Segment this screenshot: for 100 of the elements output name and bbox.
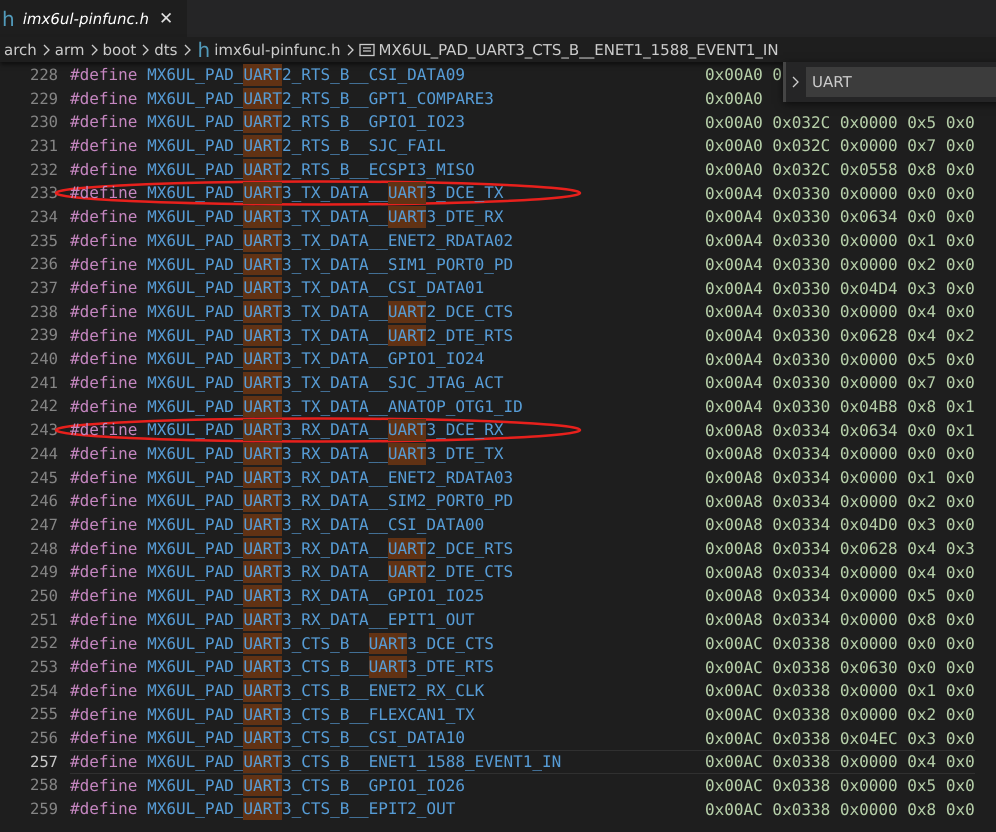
c-header-file-icon: h	[0, 8, 15, 28]
hex-values: 0x00A0	[705, 88, 763, 110]
line-number: 243	[29, 421, 58, 440]
chevron-right-icon	[40, 44, 51, 56]
code-line: #define MX6UL_PAD_UART3_RX_DATA__CSI_DATA00	[70, 513, 486, 537]
line-number: 246	[29, 492, 58, 510]
code-line: #define MX6UL_PAD_UART3_CTS_B__UART3_DTE_RTS	[70, 655, 495, 679]
code-line: #define MX6UL_PAD_UART3_TX_DATA__UART3_DCE_TX	[70, 181, 504, 206]
hex-values: 0x00A4 0x0330 0x0000 0x1 0x0	[705, 230, 975, 252]
code-line: #define MX6UL_PAD_UART2_RTS_B__SJC_FAIL	[70, 134, 447, 158]
hex-values: 0x00AC 0x0338 0x0000 0x2 0x0	[705, 704, 975, 726]
line-number: 254	[29, 682, 58, 700]
line-number: 253	[29, 658, 58, 676]
hex-values: 0x00A0 0	[705, 64, 782, 86]
code-line: #define MX6UL_PAD_UART2_RTS_B__GPIO1_IO23	[70, 110, 466, 134]
hex-values: 0x00AC 0x0338 0x0000 0x1 0x0	[705, 680, 975, 702]
line-number: 242	[29, 397, 58, 416]
line-number: 257	[29, 752, 58, 771]
hex-values: 0x00AC 0x0338 0x0000 0x8 0x0	[705, 798, 975, 821]
code-line: #define MX6UL_PAD_UART3_TX_DATA__CSI_DATA01	[70, 276, 486, 300]
find-input[interactable]: UART	[806, 67, 996, 97]
hex-values: 0x00A8 0x0334 0x0000 0x2 0x0	[705, 490, 975, 513]
line-number: 255	[29, 705, 58, 724]
symbol-icon	[358, 42, 374, 56]
hex-values: 0x00A8 0x0334 0x0634 0x0 0x1	[705, 420, 975, 442]
chevron-right-icon	[88, 44, 99, 56]
code-line: #define MX6UL_PAD_UART3_TX_DATA__ANATOP_OTG1_ID	[70, 394, 524, 418]
code-line: #define MX6UL_PAD_UART2_RTS_B__CSI_DATA09	[70, 63, 466, 87]
code-line: #define MX6UL_PAD_UART3_TX_DATA__SIM1_PORT0_PD	[70, 252, 514, 276]
code-line: #define MX6UL_PAD_UART3_CTS_B__ENET1_1588_EVENT1_IN	[70, 750, 705, 774]
chevron-right-icon	[182, 44, 192, 56]
line-number: 248	[29, 540, 58, 558]
code-line: #define MX6UL_PAD_UART3_RX_DATA__GPIO1_IO25	[70, 584, 486, 608]
breadcrumb-item[interactable]: MX6UL_PAD_UART3_CTS_B__ENET1_1588_EVENT1_IN	[378, 40, 779, 58]
hex-values: 0x00A8 0x0334 0x0000 0x1 0x0	[705, 467, 975, 490]
hex-values: 0x00A8 0x0334 0x0000 0x5 0x0	[705, 585, 975, 608]
line-number: 256	[29, 729, 58, 748]
code-line: #define MX6UL_PAD_UART3_CTS_B__ENET2_RX_CLK	[70, 678, 486, 703]
hex-values: 0x00A4 0x0330 0x0000 0x4 0x0	[705, 301, 975, 324]
hex-values: 0x00AC 0x0338 0x0000 0x4 0x0	[705, 750, 975, 774]
line-number: 240	[29, 350, 58, 368]
breadcrumb-item[interactable]: boot	[102, 40, 136, 58]
hex-values: 0x00A4 0x0330 0x0000 0x7 0x0	[705, 372, 975, 394]
chevron-right-icon	[790, 76, 800, 88]
line-number: 258	[29, 776, 58, 794]
hex-values: 0x00A4 0x0330 0x0000 0x2 0x0	[705, 254, 975, 276]
hex-values: 0x00AC 0x0338 0x04EC 0x3 0x0	[705, 728, 975, 750]
line-number: 239	[29, 326, 58, 344]
line-number: 237	[29, 279, 58, 298]
code-line: #define MX6UL_PAD_UART3_CTS_B__CSI_DATA10	[70, 726, 466, 750]
line-number: 250	[29, 586, 58, 605]
hex-values: 0x00A0 0x032C 0x0000 0x7 0x0	[705, 135, 975, 158]
line-number: 251	[29, 610, 58, 629]
hex-values: 0x00AC 0x0338 0x0000 0x5 0x0	[705, 774, 975, 797]
line-number: 238	[29, 302, 58, 321]
hex-values: 0x00AC 0x0338 0x0630 0x0 0x0	[705, 656, 975, 679]
line-number: 259	[29, 800, 58, 818]
line-number: 228	[29, 66, 58, 84]
line-number: 232	[29, 160, 58, 179]
breadcrumb-item[interactable]: imx6ul-pinfunc.h	[214, 40, 340, 58]
code-line: #define MX6UL_PAD_UART3_TX_DATA__UART2_DCE_CTS	[70, 300, 514, 324]
code-line: #define MX6UL_PAD_UART2_RTS_B__GPT1_COMPARE3	[70, 86, 495, 110]
chevron-right-icon	[140, 44, 150, 56]
line-number: 234	[29, 208, 58, 226]
hex-values: 0x00A4 0x0330 0x04B8 0x8 0x1	[705, 396, 975, 418]
code-line: #define MX6UL_PAD_UART3_CTS_B__FLEXCAN1_TX	[70, 702, 476, 726]
breadcrumb-item[interactable]: arm	[54, 40, 85, 58]
code-line: #define MX6UL_PAD_UART3_RX_DATA__SIM2_PORT0_PD	[70, 489, 514, 514]
hex-values: 0x00AC 0x0338 0x0000 0x0 0x0	[705, 632, 975, 655]
code-line: #define MX6UL_PAD_UART3_RX_DATA__EPIT1_OUT	[70, 608, 476, 632]
line-number: 230	[29, 113, 58, 132]
code-line: #define MX6UL_PAD_UART3_TX_DATA__SJC_JTAG_ACT	[70, 370, 504, 395]
code-line: #define MX6UL_PAD_UART3_CTS_B__EPIT2_OUT	[70, 797, 456, 821]
code-line: #define MX6UL_PAD_UART3_CTS_B__UART3_DCE_CTS	[70, 632, 495, 656]
hex-values: 0x00A8 0x0334 0x0000 0x0 0x0	[705, 443, 975, 466]
c-header-file-icon: h	[196, 40, 210, 60]
breadcrumb-item[interactable]: dts	[154, 40, 178, 58]
line-number: 249	[29, 563, 58, 582]
code-line: #define MX6UL_PAD_UART3_RX_DATA__UART3_DTE_TX	[70, 442, 504, 466]
tab-title: imx6ul-pinfunc.h	[22, 10, 149, 28]
editor-tab[interactable]: h imx6ul-pinfunc.h ✕	[0, 0, 188, 37]
code-line: #define MX6UL_PAD_UART3_TX_DATA__ENET2_RDATA02	[70, 228, 514, 252]
line-number: 245	[29, 468, 58, 487]
code-line: #define MX6UL_PAD_UART3_RX_DATA__ENET2_RDATA03	[70, 466, 514, 490]
line-number: 229	[29, 90, 58, 108]
line-number: 236	[29, 255, 58, 274]
breadcrumb-item[interactable]: arch	[4, 40, 37, 58]
hex-values: 0x00A8 0x0334 0x04D0 0x3 0x0	[705, 514, 975, 536]
hex-values: 0x00A0 0x032C 0x0000 0x5 0x0	[705, 112, 975, 134]
hex-values: 0x00A8 0x0334 0x0628 0x4 0x3	[705, 538, 975, 560]
code-line: #define MX6UL_PAD_UART2_RTS_B__ECSPI3_MISO	[70, 158, 476, 182]
close-button[interactable]: ✕	[157, 8, 176, 28]
hex-values: 0x00A4 0x0330 0x04D4 0x3 0x0	[705, 278, 975, 300]
code-line: #define MX6UL_PAD_UART3_CTS_B__GPIO1_IO26	[70, 774, 466, 798]
line-number: 233	[29, 184, 58, 202]
code-line: #define MX6UL_PAD_UART3_RX_DATA__UART3_DCE_RX	[70, 418, 504, 442]
line-number: 252	[29, 634, 58, 652]
hex-values: 0x00A4 0x0330 0x0000 0x5 0x0	[705, 348, 975, 371]
line-number: 244	[29, 444, 58, 463]
hex-values: 0x00A0 0x032C 0x0558 0x8 0x0	[705, 159, 975, 182]
